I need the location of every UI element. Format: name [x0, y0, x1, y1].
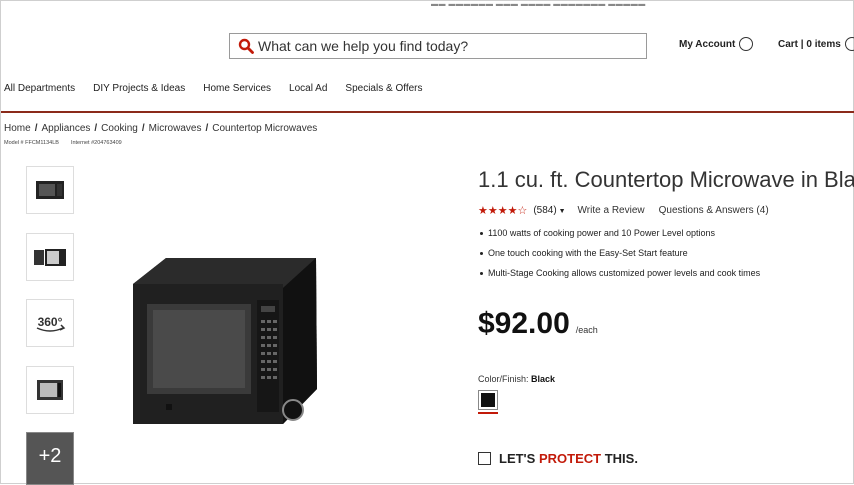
thumbnail-front[interactable] — [26, 166, 74, 214]
nav-home-services[interactable]: Home Services — [203, 83, 271, 99]
color-finish-label: Color/Finish: Black — [478, 374, 556, 384]
thumbnail-interior[interactable] — [26, 366, 74, 414]
my-account-link[interactable]: My Account — [679, 37, 754, 51]
nav-specials-offers[interactable]: Specials & Offers — [345, 83, 422, 99]
search-placeholder: What can we help you find today? — [258, 38, 469, 54]
nav-diy-projects[interactable]: DIY Projects & Ideas — [93, 83, 185, 99]
feature-bullet: 1100 watts of cooking power and 10 Power… — [480, 228, 760, 238]
product-image-microwave — [133, 258, 317, 424]
breadcrumb-appliances[interactable]: Appliances — [41, 123, 90, 134]
search-icon — [238, 38, 254, 54]
write-review-link[interactable]: Write a Review — [578, 205, 645, 216]
nav-divider — [1, 111, 854, 113]
breadcrumb-cooking[interactable]: Cooking — [101, 123, 138, 134]
price-value: $92.00 — [478, 307, 570, 340]
protection-plan-option[interactable]: LET'S PROTECT THIS. — [478, 451, 638, 466]
cart-link[interactable]: Cart | 0 items — [778, 37, 854, 51]
user-icon — [739, 37, 754, 51]
price-unit: /each — [575, 325, 598, 335]
internet-number: Internet #204763409 — [70, 140, 122, 146]
protection-checkbox[interactable] — [478, 452, 491, 465]
questions-answers-link[interactable]: Questions & Answers (4) — [659, 205, 769, 216]
svg-text:360°: 360° — [38, 315, 63, 329]
product-title: 1.1 cu. ft. Countertop Microwave in Blac… — [478, 167, 854, 192]
cart-icon — [844, 37, 854, 51]
more-images-button[interactable]: +2 — [26, 432, 74, 485]
price: $92.00 /each — [478, 307, 598, 341]
protection-label: LET'S PROTECT THIS. — [499, 451, 638, 466]
more-images-label: +2 — [38, 445, 62, 467]
color-swatch-black[interactable] — [478, 390, 498, 410]
star-rating[interactable]: ★★★★☆ — [478, 204, 527, 217]
selected-swatch-indicator — [478, 412, 498, 414]
breadcrumb-home[interactable]: Home — [4, 123, 31, 134]
my-account-label: My Account — [679, 38, 736, 50]
model-number: Model # FFCM1134LB — [4, 140, 59, 146]
nav-local-ad[interactable]: Local Ad — [289, 83, 327, 99]
cart-label: Cart | 0 items — [778, 38, 841, 50]
review-count[interactable]: (584) ▼ — [533, 205, 565, 216]
thumbnail-360[interactable]: 360° — [26, 299, 74, 347]
breadcrumb-countertop-microwaves[interactable]: Countertop Microwaves — [212, 123, 317, 134]
nav-all-departments[interactable]: All Departments — [4, 83, 75, 99]
color-finish-value: Black — [531, 374, 556, 384]
microwave-thumb-image — [36, 181, 64, 199]
feature-bullet: One touch cooking with the Easy-Set Star… — [480, 248, 760, 258]
breadcrumb-microwaves[interactable]: Microwaves — [149, 123, 202, 134]
360-view-icon: 360° — [36, 315, 66, 332]
feature-bullet: Multi-Stage Cooking allows customized po… — [480, 268, 760, 278]
main-nav: All Departments DIY Projects & Ideas Hom… — [1, 83, 423, 99]
microwave-interior-thumb-image — [37, 380, 63, 400]
microwave-open-thumb-image — [34, 249, 66, 266]
product-ids: Model # FFCM1134LB Internet #204763409 — [4, 140, 122, 146]
chevron-down-icon: ▼ — [556, 208, 566, 215]
search-input[interactable]: What can we help you find today? — [229, 33, 647, 59]
feature-bullets: 1100 watts of cooking power and 10 Power… — [480, 228, 760, 288]
top-utility-strip: ▬▬ ▬▬▬▬▬▬ ▬▬▬ ▬▬▬▬ ▬▬▬▬▬▬▬ ▬▬▬▬▬ — [431, 1, 646, 8]
rating-row: ★★★★☆ (584) ▼ Write a Review Questions &… — [478, 204, 769, 217]
thumbnail-open[interactable] — [26, 233, 74, 281]
breadcrumb: Home / Appliances / Cooking / Microwaves / Count… — [4, 123, 318, 134]
